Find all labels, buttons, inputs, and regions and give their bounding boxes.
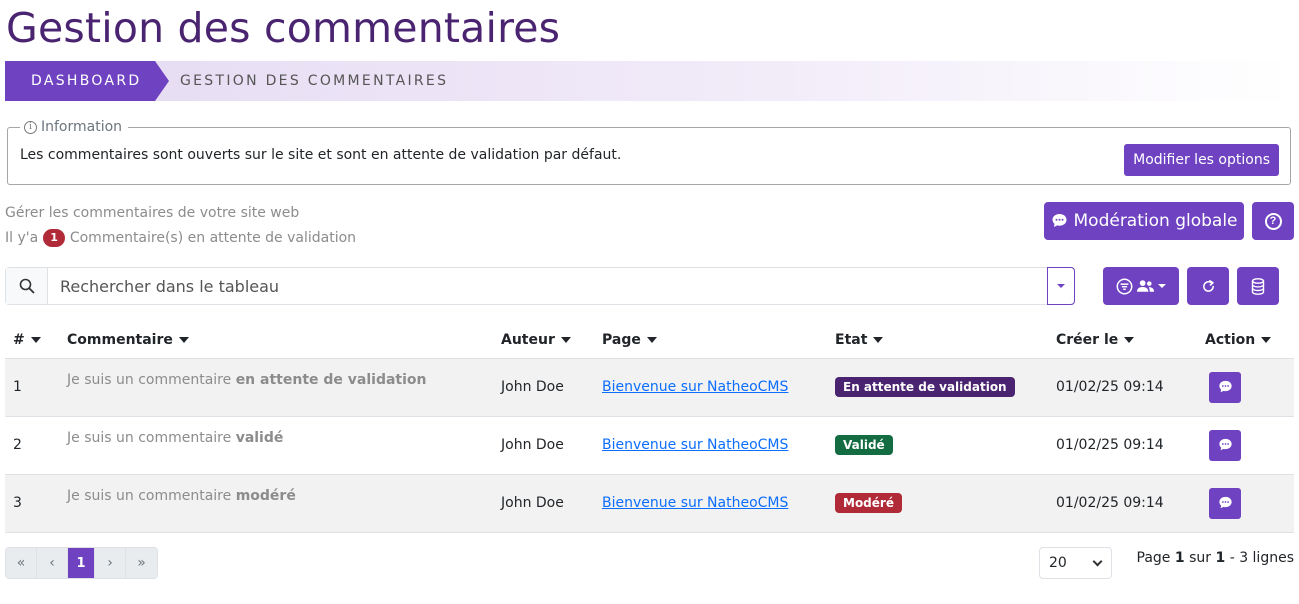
- column-header-action[interactable]: Action: [1205, 322, 1294, 359]
- search-icon-box: [6, 268, 48, 304]
- page-size-select[interactable]: 20: [1039, 547, 1112, 579]
- info-legend: i Information: [20, 119, 129, 135]
- column-header-id[interactable]: #: [5, 322, 67, 359]
- page-title: Gestion des commentaires: [6, 4, 561, 52]
- database-button[interactable]: [1237, 267, 1279, 305]
- pending-prefix: Il y'a: [5, 230, 39, 246]
- sort-down-icon: [646, 336, 657, 343]
- chevron-down-icon: [1092, 556, 1103, 566]
- help-button[interactable]: ?: [1252, 202, 1294, 240]
- page-link[interactable]: Bienvenue sur NatheoCMS: [602, 495, 788, 511]
- sort-down-icon: [560, 336, 571, 343]
- cell-page: Bienvenue sur NatheoCMS: [602, 358, 835, 416]
- cell-comment: Je suis un commentaire en attente de val…: [67, 371, 427, 388]
- cell-action: [1205, 416, 1294, 474]
- comment-icon: [1052, 214, 1066, 227]
- moderate-comment-button[interactable]: [1209, 429, 1241, 461]
- column-header-comment[interactable]: Commentaire: [67, 322, 501, 359]
- status-badge: Validé: [835, 435, 893, 455]
- table-row: 2 Je suis un commentaire validé John Doe…: [5, 416, 1294, 474]
- cell-state: Validé: [835, 416, 1056, 474]
- cell-id: 3: [13, 495, 22, 511]
- users-icon: [1136, 280, 1155, 292]
- pending-count-badge: 1: [43, 229, 65, 247]
- status-badge: En attente de validation: [835, 377, 1015, 397]
- search-input[interactable]: [48, 268, 1047, 304]
- caret-down-icon: [1057, 284, 1065, 288]
- pending-suffix: Commentaire(s) en attente de validation: [69, 230, 357, 246]
- cell-author: John Doe: [501, 379, 564, 395]
- cell-created: 01/02/25 09:14: [1056, 495, 1164, 511]
- cell-comment: Je suis un commentaire modéré: [67, 487, 296, 504]
- page-1-button[interactable]: 1: [68, 548, 95, 578]
- breadcrumb: Dashboard Gestion des commentaires: [5, 61, 1294, 101]
- last-page-button[interactable]: »: [126, 548, 157, 578]
- global-moderation-button[interactable]: Modération globale: [1044, 202, 1244, 240]
- pagination: « ‹ 1 › »: [5, 547, 158, 579]
- sort-down-icon: [30, 336, 41, 343]
- comment-icon: [1218, 438, 1232, 451]
- search-icon: [19, 278, 34, 294]
- previous-page-button[interactable]: ‹: [37, 548, 68, 578]
- table-header-row: # Commentaire Auteur Page Etat Créer le …: [5, 322, 1294, 359]
- cell-author: John Doe: [501, 495, 564, 511]
- comment-icon: [1218, 380, 1232, 393]
- cell-action: [1205, 358, 1294, 416]
- comment-icon: [1218, 496, 1232, 509]
- breadcrumb-item-current: Gestion des commentaires: [180, 73, 449, 89]
- table-row: 3 Je suis un commentaire modéré John Doe…: [5, 474, 1294, 532]
- pending-summary: Il y'a 1 Commentaire(s) en attente de va…: [5, 229, 356, 247]
- global-moderation-label: Modération globale: [1073, 211, 1238, 231]
- manage-description: Gérer les commentaires de votre site web: [5, 205, 300, 221]
- cell-action: [1205, 474, 1294, 532]
- column-header-created[interactable]: Créer le: [1056, 322, 1205, 359]
- page-link[interactable]: Bienvenue sur NatheoCMS: [602, 437, 788, 453]
- edit-options-button[interactable]: Modifier les options: [1124, 144, 1279, 176]
- cell-state: Modéré: [835, 474, 1056, 532]
- page-link[interactable]: Bienvenue sur NatheoCMS: [602, 379, 788, 395]
- info-panel: i Information Les commentaires sont ouve…: [7, 119, 1291, 185]
- cell-state: En attente de validation: [835, 358, 1056, 416]
- search-options-dropdown[interactable]: [1047, 267, 1075, 305]
- sort-down-icon: [873, 336, 884, 343]
- filter-button[interactable]: [1103, 267, 1179, 305]
- sort-down-icon: [178, 336, 189, 343]
- cell-comment: Je suis un commentaire validé: [67, 429, 284, 446]
- cell-created: 01/02/25 09:14: [1056, 379, 1164, 395]
- info-icon: i: [24, 120, 37, 134]
- breadcrumb-item-dashboard[interactable]: Dashboard: [5, 61, 169, 101]
- sort-down-icon: [1261, 336, 1272, 343]
- cell-author: John Doe: [501, 437, 564, 453]
- page-size-value: 20: [1049, 555, 1067, 571]
- moderate-comment-button[interactable]: [1209, 371, 1241, 403]
- cell-id: 2: [13, 437, 22, 453]
- filter-icon: [1116, 278, 1133, 294]
- next-page-button[interactable]: ›: [95, 548, 126, 578]
- refresh-button[interactable]: [1187, 267, 1229, 305]
- table-row: 1 Je suis un commentaire en attente de v…: [5, 358, 1294, 416]
- column-header-author[interactable]: Auteur: [501, 322, 602, 359]
- search-bar: [5, 267, 1075, 305]
- sort-down-icon: [1124, 336, 1135, 343]
- database-icon: [1251, 277, 1265, 295]
- info-text: Les commentaires sont ouverts sur le sit…: [20, 147, 622, 163]
- cell-page: Bienvenue sur NatheoCMS: [602, 416, 835, 474]
- cell-id: 1: [13, 379, 22, 395]
- caret-down-icon: [1158, 284, 1166, 288]
- column-header-page[interactable]: Page: [602, 322, 835, 359]
- first-page-button[interactable]: «: [6, 548, 37, 578]
- moderate-comment-button[interactable]: [1209, 487, 1241, 519]
- cell-page: Bienvenue sur NatheoCMS: [602, 474, 835, 532]
- info-legend-label: Information: [41, 119, 123, 135]
- page-info: Page 1 sur 1 - 3 lignes: [1136, 550, 1294, 566]
- status-badge: Modéré: [835, 493, 902, 513]
- question-icon: ?: [1264, 212, 1282, 230]
- comments-table: # Commentaire Auteur Page Etat Créer le …: [5, 322, 1294, 533]
- cell-created: 01/02/25 09:14: [1056, 437, 1164, 453]
- refresh-icon: [1202, 279, 1214, 292]
- column-header-state[interactable]: Etat: [835, 322, 1056, 359]
